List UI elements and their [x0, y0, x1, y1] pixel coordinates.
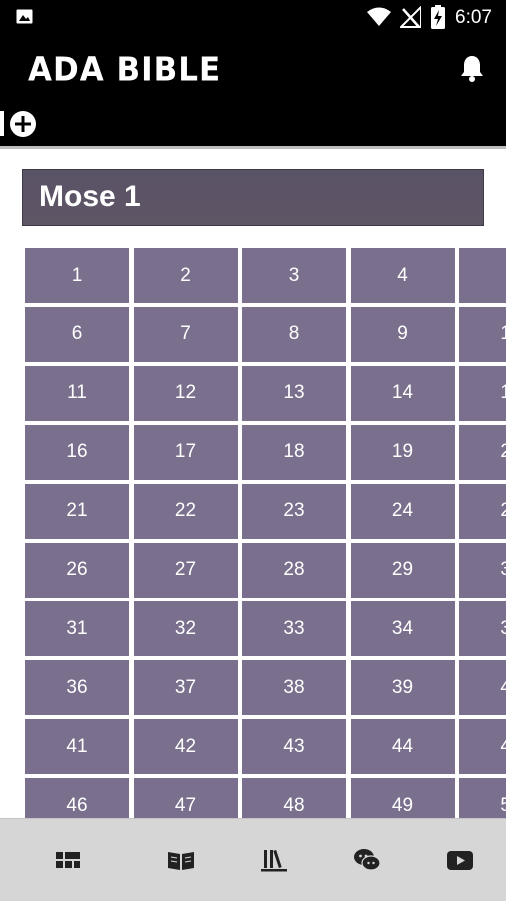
verse-button-24[interactable]: 24 [350, 483, 455, 539]
verse-button-6[interactable]: 6 [25, 306, 129, 362]
verse-button-23[interactable]: 23 [242, 483, 346, 539]
bottom-nav [0, 818, 506, 901]
verse-button-39[interactable]: 39 [350, 660, 455, 716]
verse-button-44[interactable]: 44 [350, 719, 455, 775]
app-bar: ADA BIBLE [0, 34, 506, 146]
verse-button-25[interactable]: 25 [459, 483, 506, 539]
verse-button-20[interactable]: 20 [459, 424, 506, 480]
verse-button-49[interactable]: 49 [350, 778, 455, 818]
wifi-icon [367, 7, 391, 26]
dashboard-icon[interactable] [23, 819, 113, 901]
app-title: ADA BIBLE [28, 51, 222, 89]
verse-button-10[interactable]: 10 [459, 306, 506, 362]
verse-button-27[interactable]: 27 [133, 542, 238, 598]
verse-button-9[interactable]: 9 [350, 306, 455, 362]
verse-button-21[interactable]: 21 [25, 483, 129, 539]
verse-button-28[interactable]: 28 [242, 542, 346, 598]
verse-button-31[interactable]: 31 [25, 601, 129, 657]
verse-button-22[interactable]: 22 [133, 483, 238, 539]
open-book-icon[interactable] [136, 819, 226, 901]
verse-button-26[interactable]: 26 [25, 542, 129, 598]
verse-button-36[interactable]: 36 [25, 660, 129, 716]
chat-icon[interactable] [322, 819, 412, 901]
verse-button-34[interactable]: 34 [350, 601, 455, 657]
verse-button-2[interactable]: 2 [133, 248, 238, 303]
signal-off-icon [400, 6, 421, 28]
bell-icon[interactable] [459, 54, 485, 82]
verse-button-48[interactable]: 48 [242, 778, 346, 818]
verse-button-8[interactable]: 8 [242, 306, 346, 362]
verse-button-33[interactable]: 33 [242, 601, 346, 657]
status-bar: 6:07 [0, 0, 506, 34]
battery-charging-icon [431, 5, 445, 29]
verse-button-41[interactable]: 41 [25, 719, 129, 775]
verse-button-16[interactable]: 16 [25, 424, 129, 480]
verse-button-37[interactable]: 37 [133, 660, 238, 716]
verse-button-11[interactable]: 11 [25, 365, 129, 421]
verse-button-12[interactable]: 12 [133, 365, 238, 421]
verse-button-1[interactable]: 1 [25, 248, 129, 303]
verse-button-18[interactable]: 18 [242, 424, 346, 480]
verse-button-13[interactable]: 13 [242, 365, 346, 421]
verse-button-3[interactable]: 3 [242, 248, 346, 303]
photo-icon [16, 9, 33, 24]
tab-indicator [0, 111, 4, 136]
video-play-icon[interactable] [415, 819, 505, 901]
verse-button-35[interactable]: 35 [459, 601, 506, 657]
verse-button-14[interactable]: 14 [350, 365, 455, 421]
chapter-title: Mose 1 [39, 180, 141, 213]
verse-button-19[interactable]: 19 [350, 424, 455, 480]
verse-button-17[interactable]: 17 [133, 424, 238, 480]
verse-button-40[interactable]: 40 [459, 660, 506, 716]
verse-button-38[interactable]: 38 [242, 660, 346, 716]
verse-button-50[interactable]: 50 [459, 778, 506, 818]
status-clock: 6:07 [455, 7, 492, 28]
verse-button-7[interactable]: 7 [133, 306, 238, 362]
verse-button-5[interactable]: 5 [459, 248, 506, 303]
verse-button-42[interactable]: 42 [133, 719, 238, 775]
chapter-header[interactable]: Mose 1 [22, 169, 484, 226]
verse-button-4[interactable]: 4 [350, 248, 455, 303]
verse-button-32[interactable]: 32 [133, 601, 238, 657]
verse-button-29[interactable]: 29 [350, 542, 455, 598]
verse-button-47[interactable]: 47 [133, 778, 238, 818]
library-icon[interactable] [229, 819, 319, 901]
verse-button-15[interactable]: 15 [459, 365, 506, 421]
add-tab-icon[interactable] [9, 110, 37, 138]
verse-grid: 1234567891011121314151617181920212223242… [25, 248, 506, 818]
verse-button-46[interactable]: 46 [25, 778, 129, 818]
divider [0, 146, 506, 149]
verse-button-43[interactable]: 43 [242, 719, 346, 775]
verse-button-45[interactable]: 45 [459, 719, 506, 775]
verse-button-30[interactable]: 30 [459, 542, 506, 598]
